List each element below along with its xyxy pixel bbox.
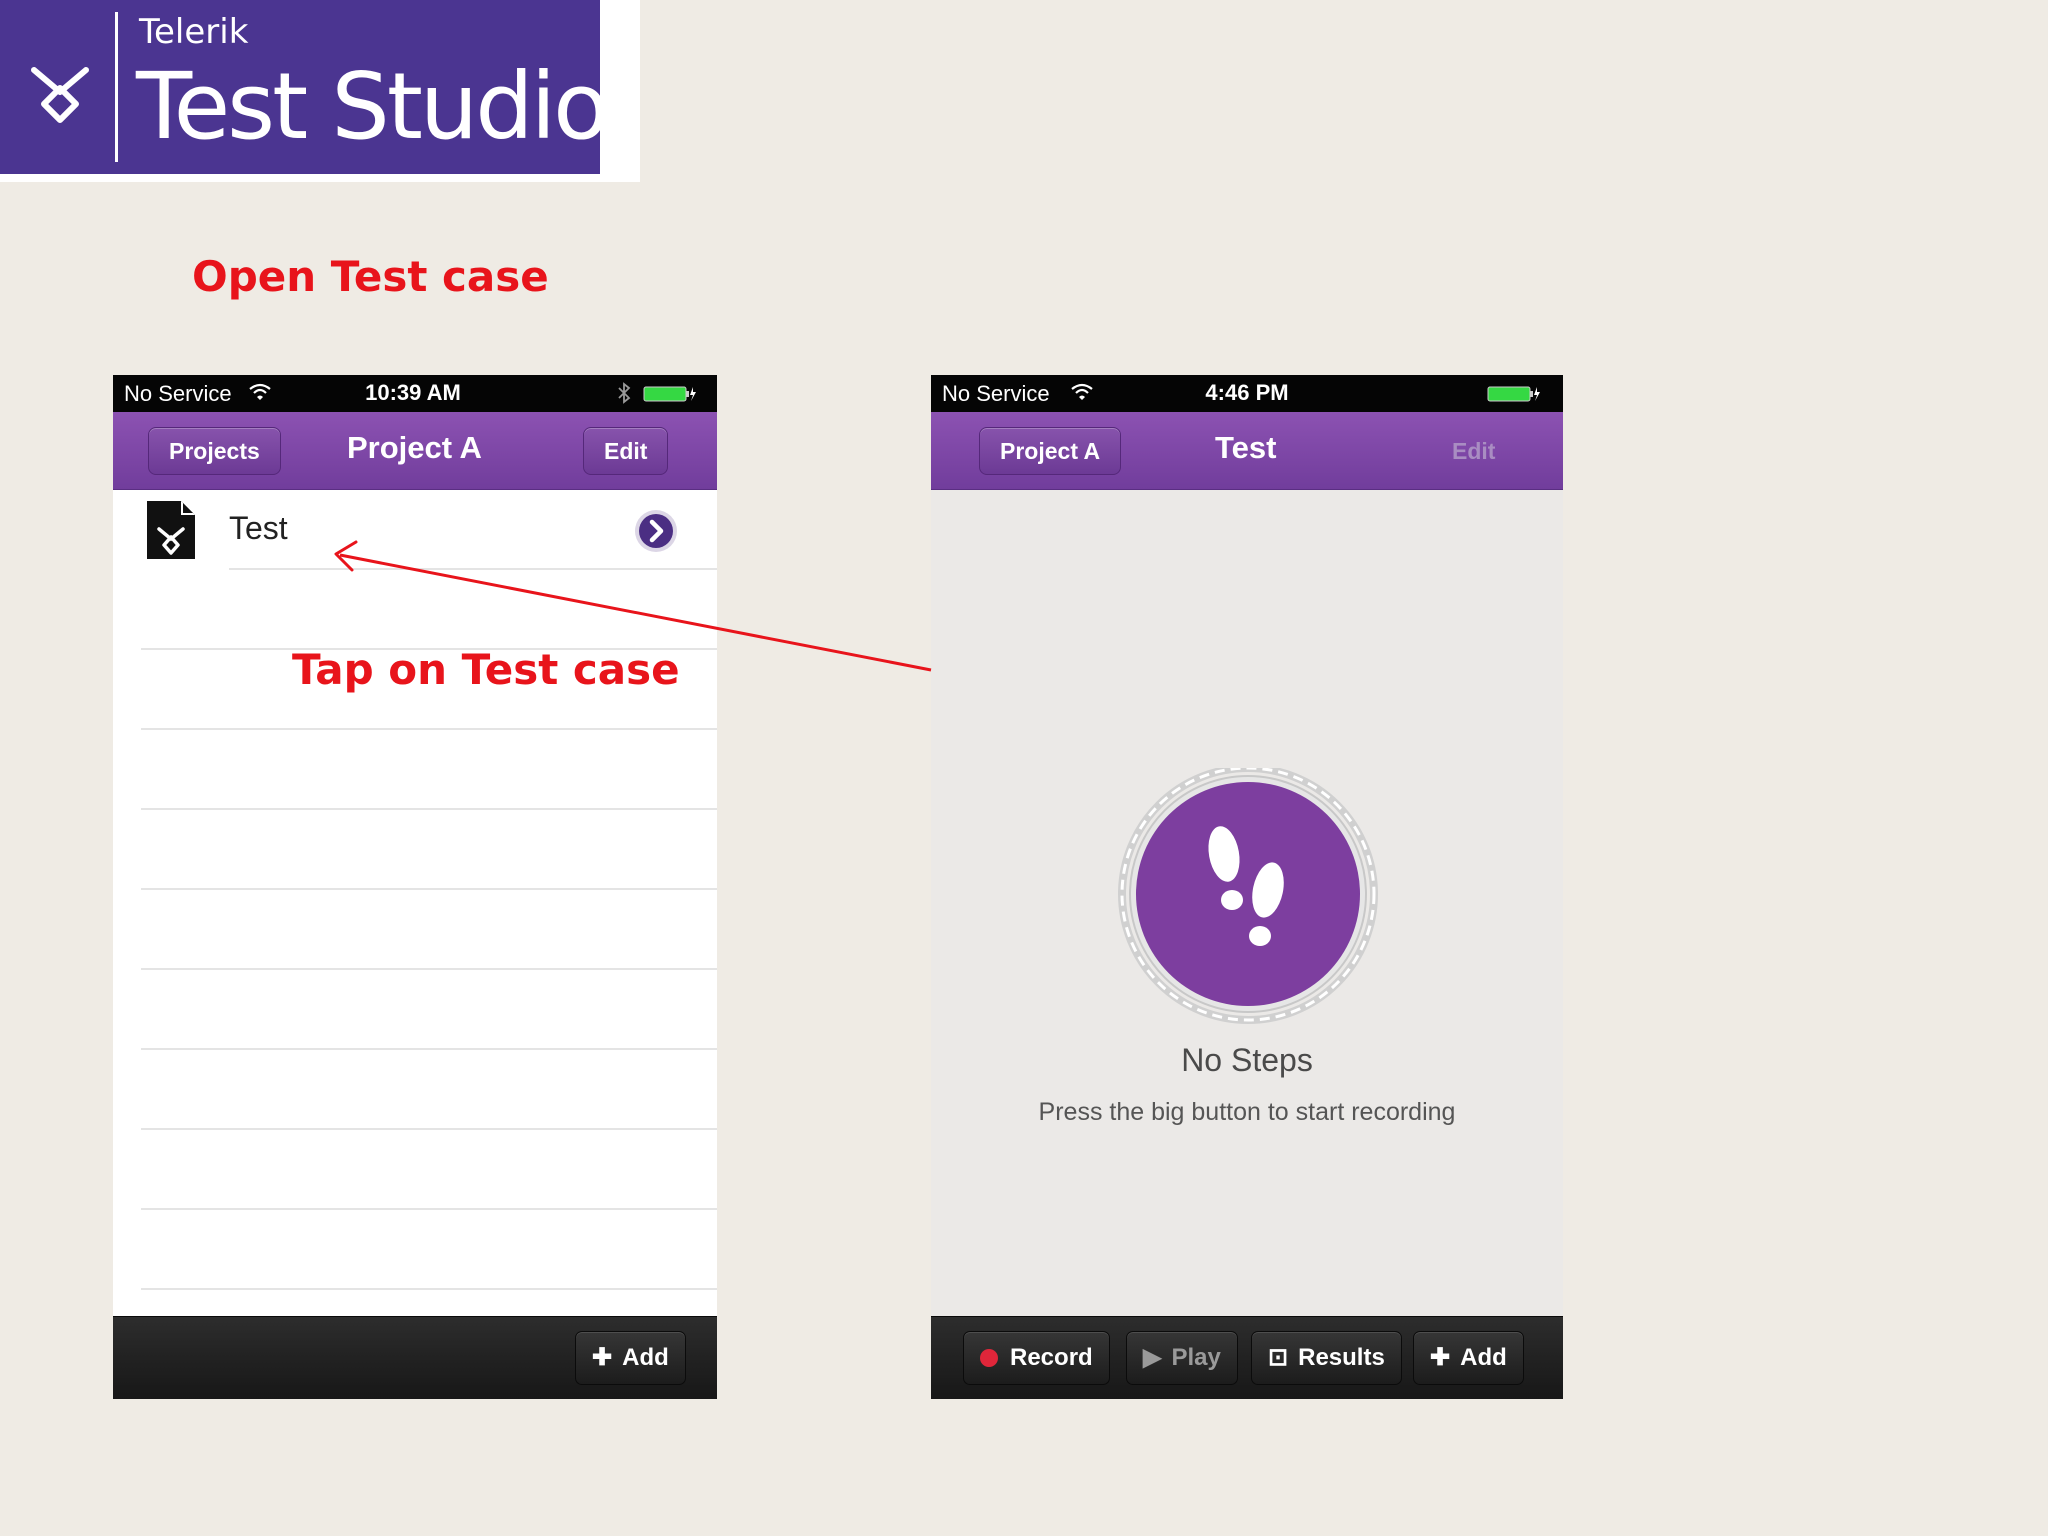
edit-button[interactable]: Edit xyxy=(583,427,669,475)
record-button-label: Record xyxy=(1010,1344,1093,1371)
empty-row xyxy=(113,810,717,890)
test-studio-banner: Telerik Test Studio xyxy=(0,0,609,174)
row-separator xyxy=(141,1288,717,1290)
bottom-toolbar: Record ▶ Play ⊡ Results ✚ Add xyxy=(931,1316,1563,1399)
clock-label: 10:39 AM xyxy=(365,380,461,405)
play-button-label: Play xyxy=(1171,1344,1221,1371)
plus-icon: ✚ xyxy=(592,1344,613,1371)
list-item-test[interactable]: Test xyxy=(113,490,717,570)
test-list: Test xyxy=(113,490,717,1316)
brand-name: Telerik xyxy=(139,12,249,52)
empty-row xyxy=(113,1130,717,1210)
empty-row xyxy=(113,970,717,1050)
bluetooth-icon xyxy=(618,382,631,404)
slide-heading: Open Test case xyxy=(192,252,549,301)
add-button-label: Add xyxy=(622,1344,669,1371)
empty-row xyxy=(113,730,717,810)
battery-icon xyxy=(1487,386,1540,402)
projects-back-button[interactable]: Projects xyxy=(148,427,281,475)
banner-background: Telerik Test Studio xyxy=(0,0,640,182)
tap-instruction: Tap on Test case xyxy=(292,645,680,694)
navigation-bar: Project A Test Edit xyxy=(931,412,1563,490)
chevron-right-icon[interactable] xyxy=(633,508,679,554)
empty-row xyxy=(113,1050,717,1130)
empty-row xyxy=(113,1210,717,1290)
navigation-bar: Projects Project A Edit xyxy=(113,412,717,490)
banner-divider xyxy=(115,12,118,162)
clock-label: 4:46 PM xyxy=(1205,380,1289,405)
bottom-toolbar: ✚ Add xyxy=(113,1316,717,1399)
status-bar: No Service 10:39 AM xyxy=(113,375,717,412)
carrier-label: No Service xyxy=(942,381,1050,406)
phone-screen-test-detail: No Service 4:46 PM Project A Test Edit N… xyxy=(931,375,1563,1399)
phone-screen-project-list: No Service 10:39 AM Projects Project A E… xyxy=(113,375,717,1399)
empty-state-title: No Steps xyxy=(1181,1042,1313,1078)
project-a-back-button[interactable]: Project A xyxy=(979,427,1122,475)
play-icon: ▶ xyxy=(1143,1344,1162,1371)
wifi-icon xyxy=(249,383,271,400)
add-button[interactable]: ✚ Add xyxy=(575,1331,686,1385)
plus-icon: ✚ xyxy=(1430,1344,1451,1371)
battery-icon xyxy=(643,386,696,402)
results-icon: ⊡ xyxy=(1268,1344,1289,1371)
footprints-icon[interactable] xyxy=(1108,768,1388,1026)
empty-state-hint: Press the big button to start recording xyxy=(1038,1098,1456,1126)
edit-button-disabled[interactable]: Edit xyxy=(1431,427,1516,475)
nav-title: Test xyxy=(1215,430,1277,465)
empty-row xyxy=(113,570,717,650)
record-dot-icon xyxy=(980,1349,998,1367)
add-button-label: Add xyxy=(1460,1344,1507,1371)
wifi-icon xyxy=(1071,383,1093,400)
list-item-label: Test xyxy=(229,510,288,546)
status-bar: No Service 4:46 PM xyxy=(931,375,1563,412)
results-button-label: Results xyxy=(1298,1344,1385,1371)
product-name: Test Studio xyxy=(136,53,609,160)
telerik-logo-icon xyxy=(31,67,89,123)
record-button[interactable]: Record xyxy=(963,1331,1110,1385)
empty-row xyxy=(113,890,717,970)
nav-title: Project A xyxy=(347,430,482,465)
results-button[interactable]: ⊡ Results xyxy=(1251,1331,1402,1385)
test-file-icon xyxy=(147,501,195,559)
play-button[interactable]: ▶ Play xyxy=(1126,1331,1238,1385)
add-button[interactable]: ✚ Add xyxy=(1413,1331,1524,1385)
carrier-label: No Service xyxy=(124,381,232,406)
